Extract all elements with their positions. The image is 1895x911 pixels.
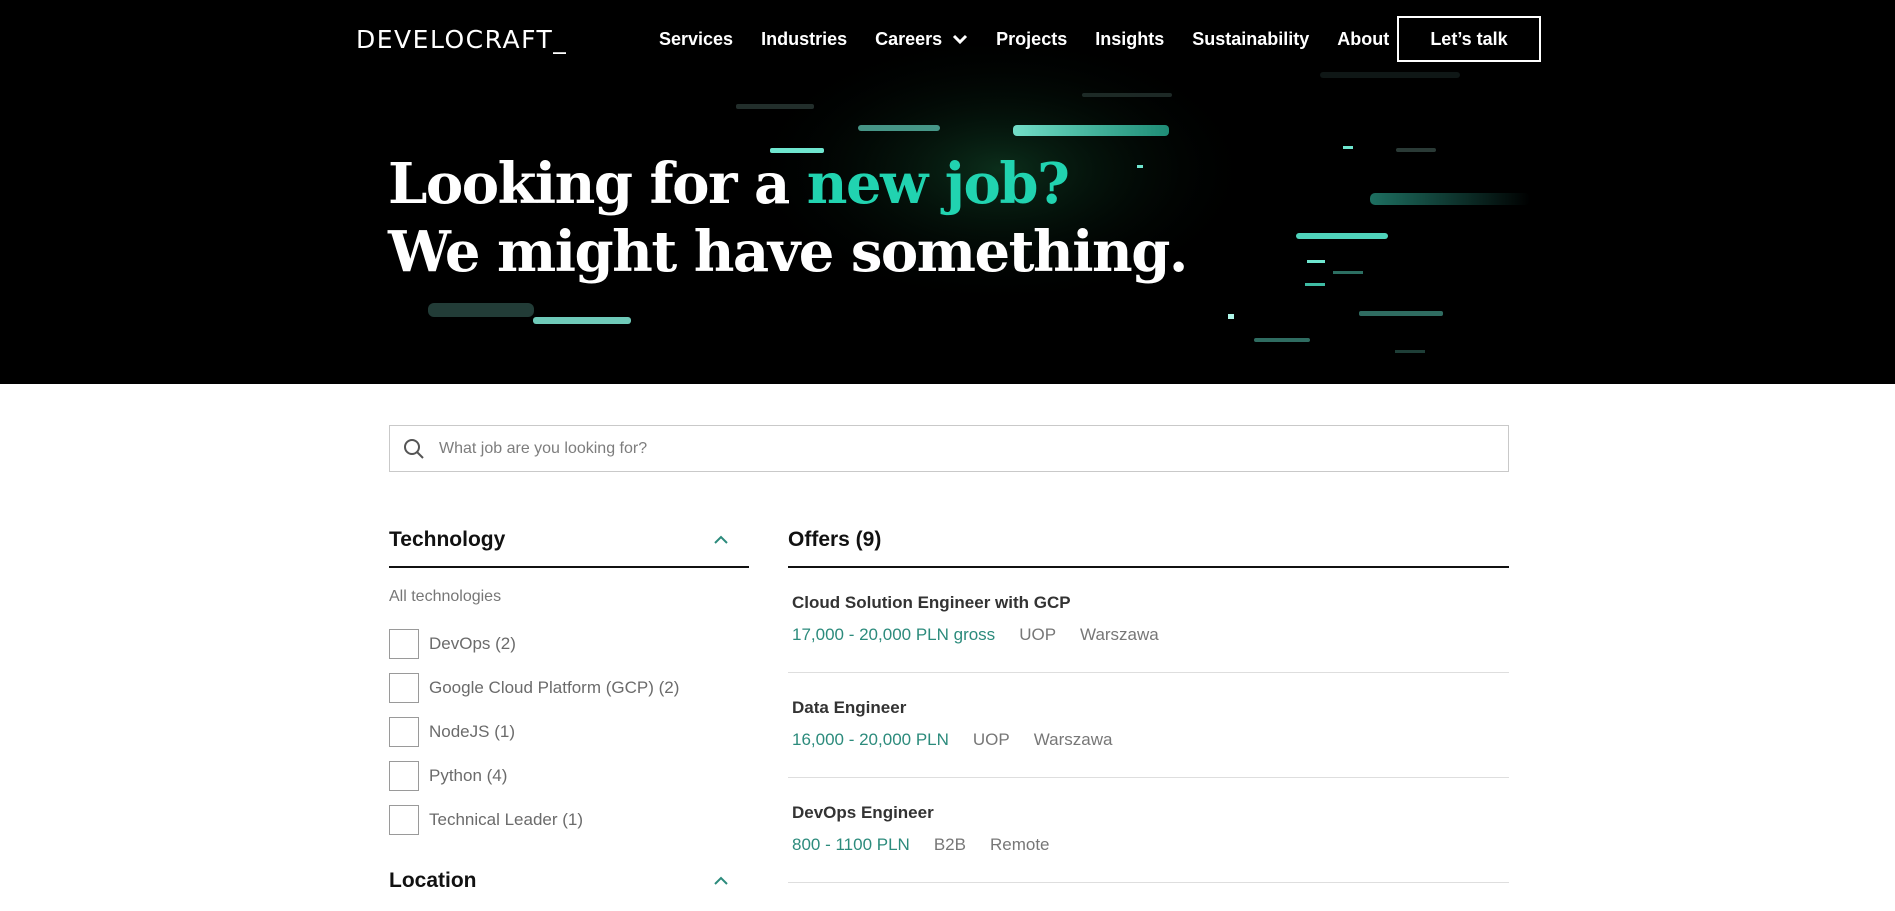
offer-meta: 17,000 - 20,000 PLN gross UOP Warszawa — [792, 625, 1509, 645]
headline-accent: new job? — [806, 151, 1070, 217]
nav-about[interactable]: About — [1337, 29, 1389, 50]
technology-filter-toggle[interactable]: Technology — [389, 520, 749, 568]
nav-services[interactable]: Services — [659, 29, 733, 50]
hero-headline: Looking for a new job? We might have som… — [388, 150, 1188, 286]
checkbox[interactable] — [389, 629, 419, 659]
headline-prefix: Looking for a — [388, 151, 807, 217]
nav-industries[interactable]: Industries — [761, 29, 847, 50]
filter-option-nodejs[interactable]: NodeJS (1) — [389, 710, 749, 754]
filter-option-python[interactable]: Python (4) — [389, 754, 749, 798]
offer-salary: 17,000 - 20,000 PLN gross — [792, 625, 996, 644]
filters-panel: Technology All technologies DevOps (2) G… — [389, 520, 749, 902]
filter-option-label: Google Cloud Platform (GCP) (2) — [429, 678, 680, 697]
nav-label: Careers — [875, 28, 943, 49]
offer-salary: 800 - 1100 PLN — [792, 835, 910, 854]
headline-line-2: We might have something. — [388, 219, 1188, 285]
nav-label: About — [1337, 28, 1390, 49]
checkbox[interactable] — [389, 717, 419, 747]
search-icon — [404, 438, 424, 459]
nav-label: Industries — [761, 28, 848, 49]
filter-option-devops[interactable]: DevOps (2) — [389, 622, 749, 666]
filter-option-label: Technical Leader (1) — [429, 810, 584, 829]
main-nav: Services Industries Careers Projects Ins… — [659, 16, 1417, 62]
nav-sustainability[interactable]: Sustainability — [1192, 29, 1309, 50]
all-technologies-link[interactable]: All technologies — [389, 588, 749, 606]
offer-contract: UOP — [1019, 625, 1057, 644]
offer-title[interactable]: DevOps Engineer — [792, 803, 1509, 823]
offer-item[interactable]: Data Engineer 16,000 - 20,000 PLN UOP Wa… — [788, 673, 1509, 778]
checkbox[interactable] — [389, 761, 419, 791]
nav-insights[interactable]: Insights — [1095, 29, 1164, 50]
chevron-down-icon — [953, 34, 968, 45]
filter-option-technical-leader[interactable]: Technical Leader (1) — [389, 798, 749, 842]
job-search — [389, 425, 1509, 472]
offer-title[interactable]: Cloud Solution Engineer with GCP — [792, 593, 1509, 613]
filter-option-label: DevOps (2) — [429, 634, 516, 653]
offers-heading: Offers (9) — [788, 520, 1509, 568]
headline-line-1: Looking for a new job? — [388, 150, 1187, 218]
offer-location: Remote — [989, 835, 1050, 854]
offer-contract: B2B — [933, 835, 966, 854]
nav-projects[interactable]: Projects — [996, 29, 1067, 50]
search-input[interactable] — [437, 438, 1508, 459]
filter-option-label: NodeJS (1) — [429, 722, 515, 741]
offer-salary: 16,000 - 20,000 PLN — [792, 730, 949, 749]
offer-item[interactable]: DevOps Engineer 800 - 1100 PLN B2B Remot… — [788, 778, 1509, 883]
chevron-up-icon — [714, 876, 728, 885]
lets-talk-button[interactable]: Let’s talk — [1397, 16, 1541, 62]
filter-option-gcp[interactable]: Google Cloud Platform (GCP) (2) — [389, 666, 749, 710]
chevron-up-icon — [714, 535, 728, 544]
offer-meta: 16,000 - 20,000 PLN UOP Warszawa — [792, 730, 1509, 750]
offer-title[interactable]: Data Engineer — [792, 698, 1509, 718]
nav-label: Sustainability — [1192, 28, 1310, 49]
offer-contract: UOP — [972, 730, 1010, 749]
location-filter-title: Location — [389, 869, 477, 892]
logo[interactable]: DEVELOCRAFT_ — [356, 25, 567, 54]
nav-label: Services — [659, 28, 734, 49]
offer-location: Warszawa — [1080, 625, 1159, 644]
checkbox[interactable] — [389, 805, 419, 835]
nav-label: Projects — [996, 28, 1068, 49]
offer-item[interactable]: Cloud Solution Engineer with GCP 17,000 … — [788, 568, 1509, 673]
location-filter-toggle[interactable]: Location — [389, 866, 749, 902]
offer-location: Warszawa — [1033, 730, 1113, 749]
nav-careers[interactable]: Careers — [875, 29, 968, 50]
offers-list: Offers (9) Cloud Solution Engineer with … — [788, 520, 1509, 883]
nav-label: Insights — [1095, 28, 1165, 49]
filter-option-label: Python (4) — [429, 766, 508, 785]
technology-filter-title: Technology — [389, 528, 506, 551]
offer-meta: 800 - 1100 PLN B2B Remote — [792, 835, 1509, 855]
checkbox[interactable] — [389, 673, 419, 703]
hero-section: DEVELOCRAFT_ Services Industries Careers… — [0, 0, 1895, 384]
